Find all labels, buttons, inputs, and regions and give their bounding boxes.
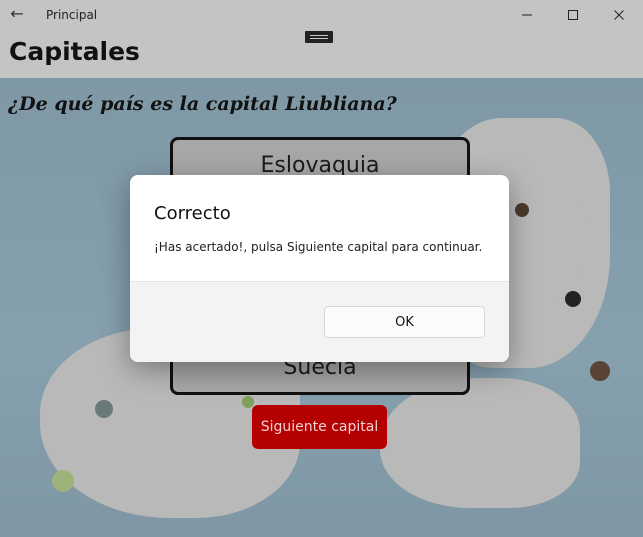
map-landmass	[500, 188, 590, 298]
question-text: ¿De qué país es la capital Liubliana?	[8, 93, 397, 115]
page-header: Capitales	[0, 30, 643, 78]
title-bar: ← Principal	[0, 0, 643, 30]
figurine	[515, 203, 529, 217]
dialog-footer: OK	[130, 281, 509, 362]
window-title: Principal	[46, 8, 98, 22]
figurine	[95, 400, 113, 418]
dialog-title: Correcto	[154, 203, 231, 224]
maximize-icon	[568, 10, 578, 20]
figurine	[242, 396, 254, 408]
drag-handle-icon[interactable]	[305, 31, 333, 43]
figurine	[52, 470, 74, 492]
maximize-button[interactable]	[550, 0, 596, 30]
ok-button[interactable]: OK	[324, 306, 485, 338]
close-icon	[614, 10, 624, 20]
result-dialog: Correcto ¡Has acertado!, pulsa Siguiente…	[130, 175, 509, 362]
minimize-icon	[522, 14, 532, 16]
back-arrow-icon[interactable]: ←	[6, 3, 28, 25]
page-title: Capitales	[9, 37, 140, 66]
minimize-button[interactable]	[504, 0, 550, 30]
figurine	[590, 361, 610, 381]
close-button[interactable]	[596, 0, 642, 30]
figurine	[565, 291, 581, 307]
map-landmass	[380, 378, 580, 508]
dialog-message: ¡Has acertado!, pulsa Siguiente capital …	[154, 240, 483, 254]
next-capital-button[interactable]: Siguiente capital	[252, 405, 387, 449]
